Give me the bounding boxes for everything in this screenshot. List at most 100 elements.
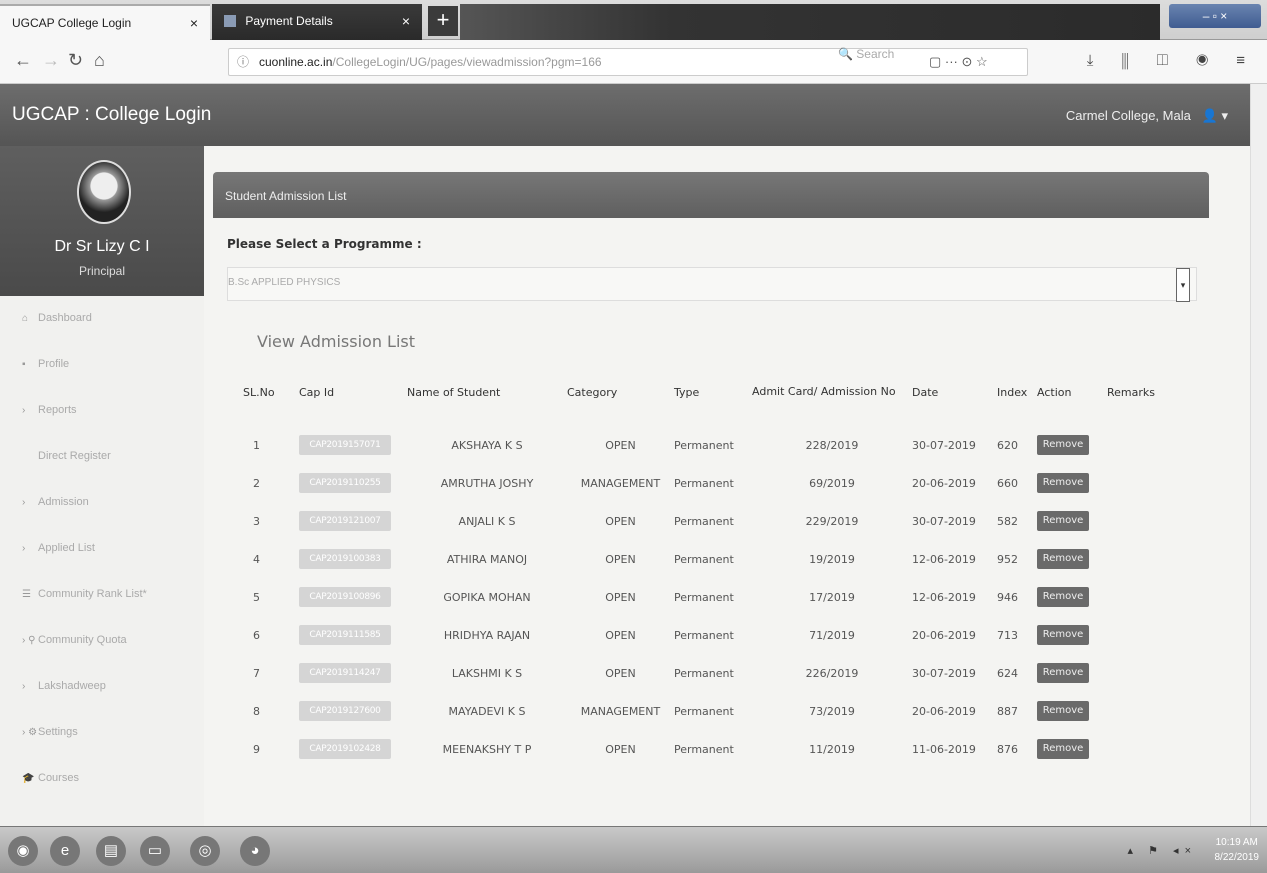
explorer-icon[interactable]: ▤ xyxy=(96,836,126,866)
index-cell: 582 xyxy=(997,514,1018,528)
sidebar-item-community-quota[interactable]: › ⚲ Community Quota xyxy=(0,618,204,664)
table-row: 1 CAP2019157071 AKSHAYA K S OPEN Permanent 22… xyxy=(243,426,1187,464)
sidebar-item-reports[interactable]: › Reports xyxy=(0,388,204,434)
sidebar: Dr Sr Lizy C I Principal ⌂ Dashboard ▪ Prof… xyxy=(0,146,204,826)
cap-id-badge: CAP2019127600 xyxy=(299,701,391,721)
action-cell: Remove xyxy=(1037,654,1107,692)
new-tab-button[interactable]: + xyxy=(428,6,458,36)
remove-button[interactable]: Remove xyxy=(1037,435,1089,455)
page-scrollbar[interactable] xyxy=(1250,84,1267,826)
taskbar-clock[interactable]: 10:19 AM 8/22/2019 xyxy=(1215,835,1260,865)
ie-icon[interactable]: e xyxy=(50,836,80,866)
remarks-cell xyxy=(1107,730,1187,768)
search-input[interactable]: 🔍 Search xyxy=(838,47,894,61)
remove-button[interactable]: Remove xyxy=(1037,473,1089,493)
chevron-down-icon[interactable]: ▾ xyxy=(1176,268,1190,302)
date-cell: 30-07-2019 xyxy=(912,514,976,528)
date-cell: 20-06-2019 xyxy=(912,628,976,642)
sidebar-item-label: Reports xyxy=(38,404,77,416)
remarks-cell xyxy=(1107,578,1187,616)
action-cell: Remove xyxy=(1037,464,1107,502)
cap-icon: 🎓 xyxy=(22,773,35,784)
cap-id-badge: CAP2019114247 xyxy=(299,663,391,683)
window-controls[interactable]: – ▫ × xyxy=(1169,4,1261,28)
page-actions-icons[interactable]: ▢ ··· ⊙ ☆ xyxy=(929,49,988,75)
firefox-icon[interactable]: ◕ xyxy=(240,836,270,866)
sidebar-item-admission[interactable]: › Admission xyxy=(0,480,204,526)
arrow-icon: › xyxy=(22,543,26,554)
sidebar-item-applied-list[interactable]: › Applied List xyxy=(0,526,204,572)
admission-no-cell: 17/2019 xyxy=(809,590,855,604)
clock-date: 8/22/2019 xyxy=(1214,852,1260,863)
index-cell: 620 xyxy=(997,438,1018,452)
index-cell: 660 xyxy=(997,476,1018,490)
sidebar-item-profile[interactable]: ▪ Profile xyxy=(0,342,204,388)
cap-id-cell: CAP2019157071 xyxy=(299,426,407,464)
remove-button[interactable]: Remove xyxy=(1037,701,1089,721)
sidebar-item-lakshadweep[interactable]: › Lakshadweep xyxy=(0,664,204,710)
tab-payment-details[interactable]: Payment Details × xyxy=(212,4,422,40)
url-path: /CollegeLogin/UG/pages/viewadmission?pgm… xyxy=(332,55,602,69)
admission-no-cell: 19/2019 xyxy=(809,552,855,566)
url-bar[interactable]: ⓘ cuonline.ac.in/CollegeLogin/UG/pages/v… xyxy=(228,48,1028,76)
site-info-icon[interactable]: ⓘ xyxy=(237,49,249,75)
sidebar-item-label: Lakshadweep xyxy=(38,680,106,692)
category-cell: OPEN xyxy=(605,666,636,680)
app-title[interactable]: UGCAP : College Login xyxy=(12,104,211,126)
chrome-icon[interactable]: ◎ xyxy=(190,836,220,866)
programme-select[interactable]: B.Sc APPLIED PHYSICS ▾ xyxy=(227,267,1197,302)
remove-button[interactable]: Remove xyxy=(1037,549,1089,569)
sidebar-item-label: Dashboard xyxy=(38,312,92,324)
admission-table: SL.No Cap Id Name of Student Category Ty… xyxy=(243,376,1187,768)
student-name-cell: MAYADEVI K S xyxy=(448,704,526,718)
category-cell: OPEN xyxy=(605,628,636,642)
sl-no-cell: 6 xyxy=(253,628,260,642)
start-orb-icon[interactable]: ◉ xyxy=(8,836,38,866)
col-header-index: Index xyxy=(997,386,1028,399)
arrow-icon: › xyxy=(22,681,26,692)
sidebar-item-community-rank-list[interactable]: ☰ Community Rank List* xyxy=(0,572,204,618)
table-row: 4 CAP2019100383 ATHIRA MANOJ OPEN Permanent 1… xyxy=(243,540,1187,578)
remarks-cell xyxy=(1107,692,1187,730)
sidebar-item-dashboard[interactable]: ⌂ Dashboard xyxy=(0,296,204,342)
reload-icon[interactable]: ↻ xyxy=(68,50,83,71)
remove-button[interactable]: Remove xyxy=(1037,739,1089,759)
action-cell: Remove xyxy=(1037,426,1107,464)
sl-no-cell: 4 xyxy=(253,552,260,566)
clock-time: 10:19 AM xyxy=(1215,837,1258,848)
table-row: 5 CAP2019100896 GOPIKA MOHAN OPEN Permanent 1… xyxy=(243,578,1187,616)
browser-window: UGCAP College Login × Payment Details × … xyxy=(0,0,1267,873)
tab-ugcap-college-login[interactable]: UGCAP College Login × xyxy=(0,4,210,40)
back-icon[interactable]: ← xyxy=(14,50,32,71)
remove-button[interactable]: Remove xyxy=(1037,625,1089,645)
toolbar-icons[interactable]: ⤓ ⫼ ◫ ◉ ≡ xyxy=(1087,52,1257,69)
remove-button[interactable]: Remove xyxy=(1037,587,1089,607)
type-cell: Permanent xyxy=(674,438,734,452)
folder-icon[interactable]: ▭ xyxy=(140,836,170,866)
index-cell: 887 xyxy=(997,704,1018,718)
tab-label: UGCAP College Login xyxy=(12,16,132,30)
header-user-menu[interactable]: Carmel College, Mala 👤 ▾ xyxy=(1066,108,1228,124)
remove-button[interactable]: Remove xyxy=(1037,511,1089,531)
sidebar-item-label: Courses xyxy=(38,772,79,784)
admission-no-cell: 226/2019 xyxy=(805,666,859,680)
user-dropdown-icon[interactable]: 👤 ▾ xyxy=(1202,108,1228,123)
sidebar-item-direct-register[interactable]: Direct Register xyxy=(0,434,204,480)
admission-no-cell: 11/2019 xyxy=(809,742,855,756)
cap-id-badge: CAP2019102428 xyxy=(299,739,391,759)
remove-button[interactable]: Remove xyxy=(1037,663,1089,683)
col-header-action: Action xyxy=(1037,386,1072,399)
system-tray-icons[interactable]: ▴ ⚑ ◂× xyxy=(1128,844,1197,857)
home-icon[interactable]: ⌂ xyxy=(94,50,105,71)
student-name-cell: AKSHAYA K S xyxy=(451,438,523,452)
remarks-cell xyxy=(1107,426,1187,464)
sidebar-item-courses[interactable]: 🎓 Courses xyxy=(0,756,204,802)
cap-id-cell: CAP2019100383 xyxy=(299,540,407,578)
category-cell: OPEN xyxy=(605,438,636,452)
close-tab-icon[interactable]: × xyxy=(402,13,410,29)
tab-label: Payment Details xyxy=(245,14,333,28)
forward-icon[interactable]: → xyxy=(42,50,60,71)
sidebar-item-settings[interactable]: › ⚙Settings xyxy=(0,710,204,756)
close-tab-icon[interactable]: × xyxy=(190,15,198,31)
category-cell: OPEN xyxy=(605,590,636,604)
